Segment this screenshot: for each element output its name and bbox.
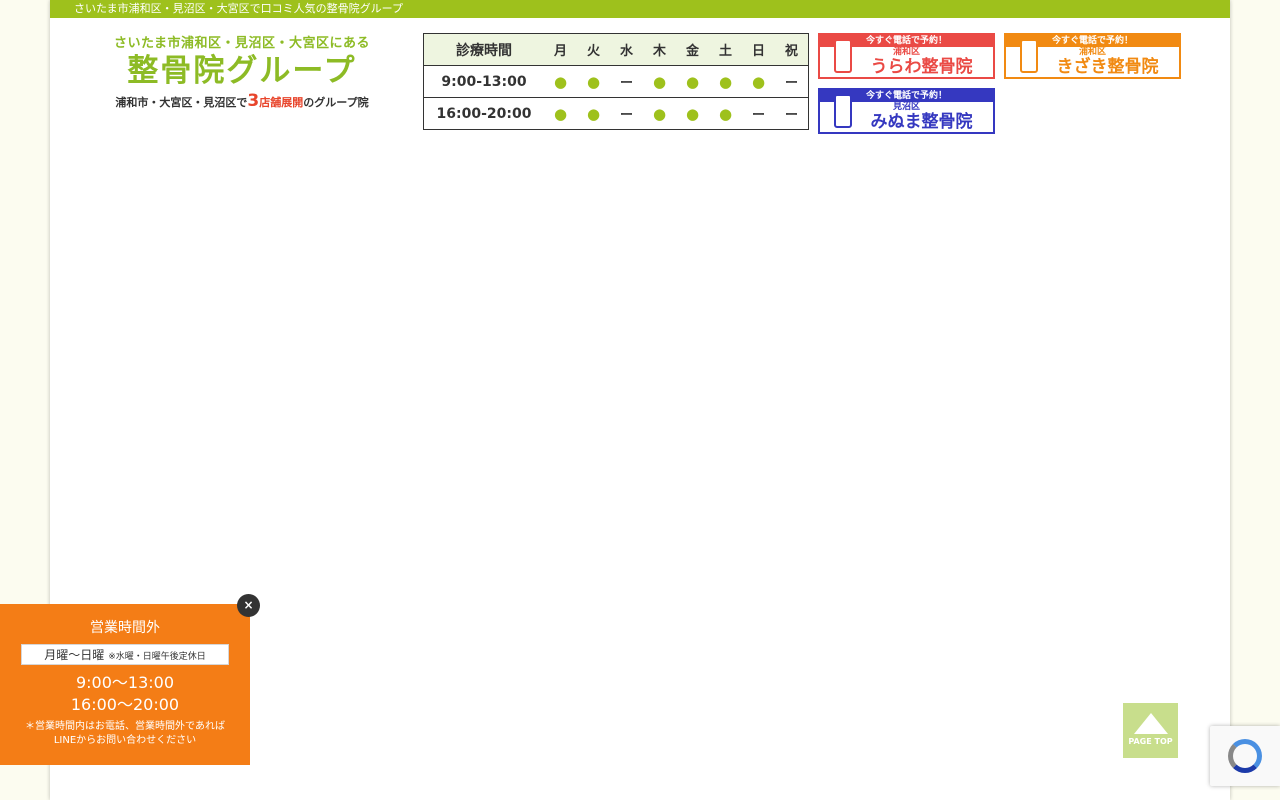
hours-mark: ● bbox=[553, 104, 568, 123]
popup-days-note: ※水曜・日曜午後定休日 bbox=[108, 652, 206, 662]
tel-clinic-name: みぬま整骨院 bbox=[870, 112, 973, 132]
clinic-hours-table: 診療時間 月 火 水 木 金 土 日 祝 9:00-13:00 ● ● ー ● … bbox=[423, 33, 809, 130]
tel-button-kizaki[interactable]: 今すぐ電話で予約！ 浦和区 きざき整骨院 bbox=[1004, 33, 1181, 79]
hours-header-cell: 火 bbox=[577, 33, 610, 66]
hours-mark: ー bbox=[751, 108, 765, 123]
hours-mark: ● bbox=[652, 104, 667, 123]
logo-title: 整骨院グループ bbox=[127, 53, 357, 89]
hours-time-cell: 16:00-20:00 bbox=[436, 105, 532, 122]
hours-mark: ー bbox=[619, 108, 633, 123]
hours-mark: ● bbox=[709, 65, 742, 98]
hours-mark: ● bbox=[586, 104, 601, 123]
popup-close-button[interactable]: × bbox=[237, 594, 260, 617]
hours-mark: ● bbox=[643, 65, 676, 98]
logo-tag-pre: 浦和市・大宮区・見沼区で bbox=[115, 96, 248, 109]
popup-days: 月曜〜日曜 ※水曜・日曜午後定休日 bbox=[21, 644, 229, 665]
logo-tag-num: 3 bbox=[247, 91, 260, 111]
hours-mark: ー bbox=[610, 65, 643, 98]
top-banner-text: さいたま市浦和区・見沼区・大宮区で口コミ人気の整骨院グループ bbox=[74, 2, 404, 15]
logo-tag-post: のグループ院 bbox=[303, 96, 369, 109]
hours-header-cell: 日 bbox=[742, 33, 775, 66]
hours-mark: ● bbox=[685, 104, 700, 123]
recaptcha-icon bbox=[1228, 739, 1262, 773]
hours-mark: ● bbox=[577, 65, 610, 98]
top-banner: さいたま市浦和区・見沼区・大宮区で口コミ人気の整骨院グループ bbox=[50, 0, 1230, 18]
tel-button-minuma[interactable]: 今すぐ電話で予約！ 見沼区 みぬま整骨院 bbox=[818, 88, 995, 134]
hours-header-cell: 祝 bbox=[775, 33, 809, 66]
popup-time-1: 9:00〜13:00 bbox=[75, 673, 175, 692]
hours-header-row: 診療時間 月 火 水 木 金 土 日 祝 bbox=[423, 33, 809, 66]
tel-clinic-name: うらわ整骨院 bbox=[870, 57, 973, 77]
tel-clinic-name: きざき整骨院 bbox=[1056, 57, 1159, 77]
popup-days-text: 月曜〜日曜 bbox=[44, 648, 105, 662]
logo-tag-red: 店舗展開 bbox=[259, 96, 304, 109]
page-top-button[interactable]: PAGE TOP bbox=[1123, 703, 1178, 758]
popup-note: ＊営業時間内はお電話、営業時間外であればLINEからお問い合わせください bbox=[25, 721, 225, 746]
hours-header-cell: 月 bbox=[544, 33, 577, 66]
logo-subtitle: さいたま市浦和区・見沼区・大宮区にある bbox=[113, 36, 371, 51]
hours-header-cell: 診療時間 bbox=[423, 33, 544, 66]
popup-time-2: 16:00〜20:00 bbox=[70, 695, 180, 714]
hours-mark: ● bbox=[676, 65, 709, 98]
arrow-up-icon bbox=[1133, 713, 1168, 734]
business-hours-popup: 営業時間外 月曜〜日曜 ※水曜・日曜午後定休日 9:00〜13:00 16:00〜… bbox=[0, 604, 250, 765]
tel-button-urawa[interactable]: 今すぐ電話で予約！ 浦和区 うらわ整骨院 bbox=[818, 33, 995, 79]
site-logo[interactable]: さいたま市浦和区・見沼区・大宮区にある 整骨院グループ 浦和市・大宮区・見沼区で… bbox=[92, 32, 392, 111]
table-row: 9:00-13:00 ● ● ー ● ● ● ● ー bbox=[423, 65, 809, 98]
hours-mark: ● bbox=[544, 65, 577, 98]
hours-header-cell: 木 bbox=[643, 33, 676, 66]
popup-title: 営業時間外 bbox=[90, 620, 160, 636]
hours-time-cell: 9:00-13:00 bbox=[423, 65, 544, 98]
recaptcha-badge[interactable] bbox=[1210, 726, 1280, 786]
hours-mark: ー bbox=[775, 65, 809, 98]
hours-header-cell: 水 bbox=[610, 33, 643, 66]
hours-mark: ー bbox=[784, 108, 798, 123]
hours-mark: ● bbox=[718, 104, 733, 123]
hours-mark: ● bbox=[742, 65, 775, 98]
table-row: 16:00-20:00 ● ● ー ● ● ● ー ー bbox=[424, 98, 809, 130]
hours-header-cell: 土 bbox=[709, 33, 742, 66]
hours-header-cell: 金 bbox=[676, 33, 709, 66]
logo-tagline: 浦和市・大宮区・見沼区で3店舗展開のグループ院 bbox=[92, 91, 392, 111]
page-top-label: PAGE TOP bbox=[1128, 737, 1173, 746]
